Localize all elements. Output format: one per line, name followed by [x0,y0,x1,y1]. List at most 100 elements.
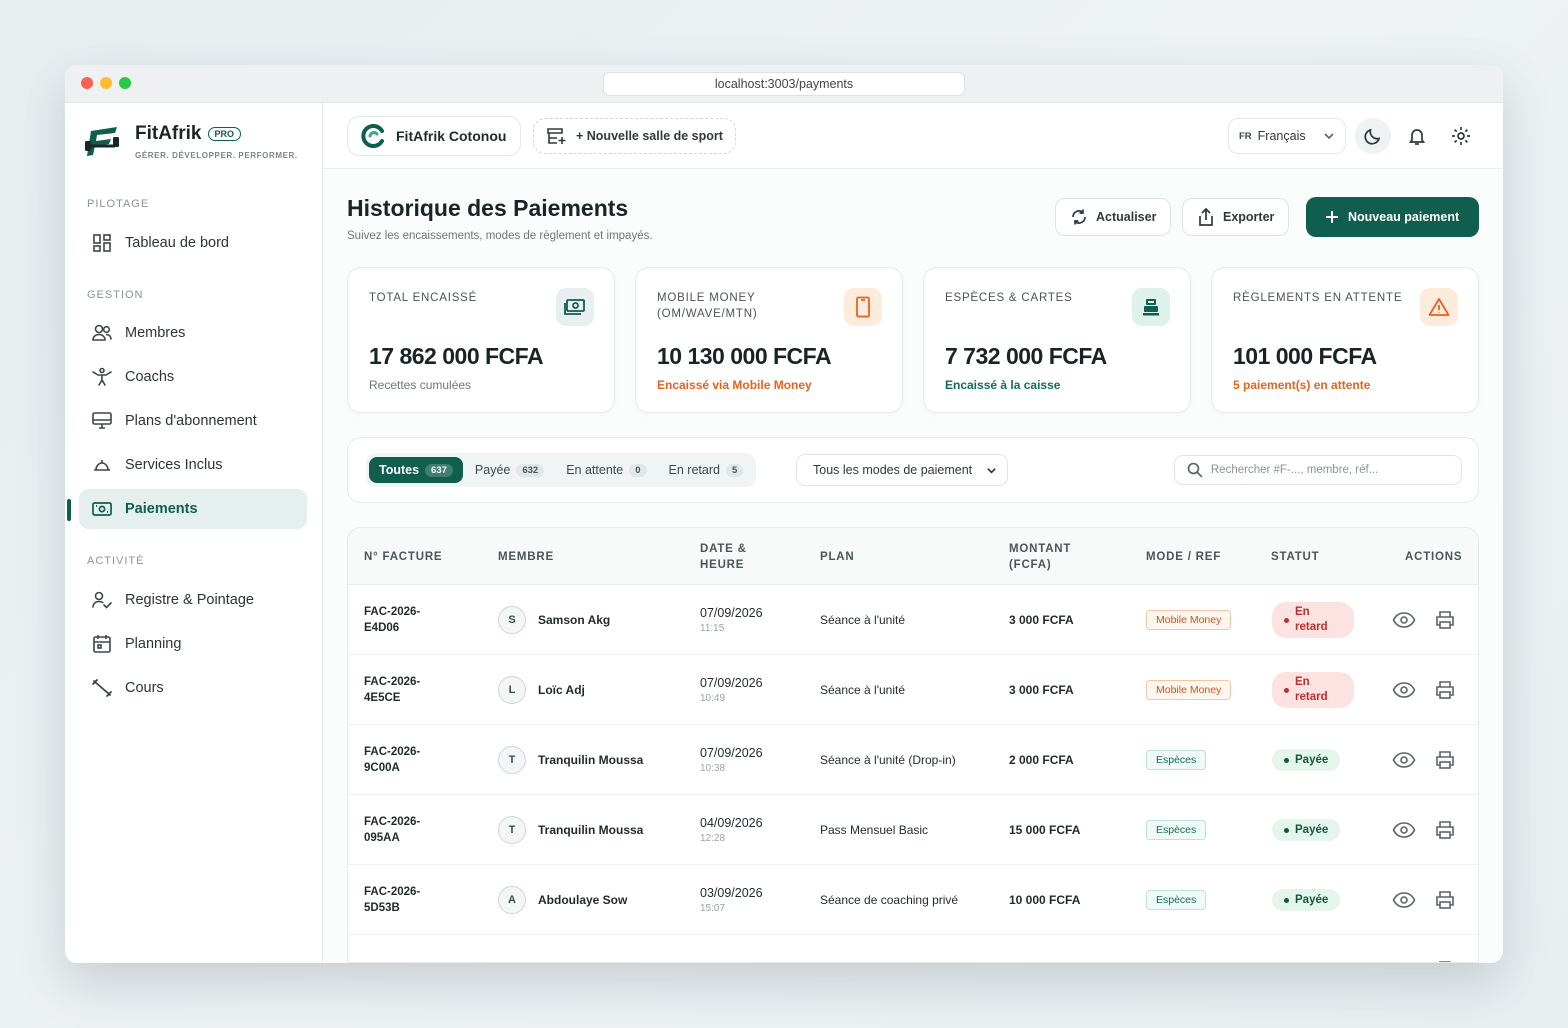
print-icon[interactable] [1434,610,1456,630]
view-icon[interactable] [1392,891,1416,909]
url-bar[interactable]: localhost:3003/payments [603,72,965,96]
tab-pending[interactable]: En attente 0 [556,457,656,483]
member-name[interactable]: Tranquilin Moussa [538,823,643,837]
member-name[interactable]: Abdoulaye Sow [538,893,627,907]
export-button[interactable]: Exporter [1182,198,1290,236]
sidebar-item-courses[interactable]: Cours [79,668,307,708]
register-icon [1132,288,1170,326]
payment-mode-badge: Espèces [1146,750,1207,770]
status-cell: Payée [1272,725,1341,795]
column-plan[interactable]: PLAN [820,528,855,585]
service-icon [91,454,113,476]
column-invoice[interactable]: N° FACTURE [364,528,442,585]
date-cell: 03/09/2026 [700,935,763,963]
payment-mode-select[interactable]: Tous les modes de paiement [796,454,1008,486]
tab-paid[interactable]: Payée 632 [465,457,554,483]
users-icon [91,322,113,344]
settings-button[interactable] [1443,118,1479,154]
notifications-button[interactable] [1399,118,1435,154]
new-gym-button[interactable]: + Nouvelle salle de sport [533,118,736,154]
member-name[interactable]: Loïc Adj [538,683,585,697]
view-icon[interactable] [1392,821,1416,839]
member-name[interactable]: Samson Akg [538,613,610,627]
refresh-label: Actualiser [1096,210,1157,224]
status-label: En retard [1295,676,1328,703]
window-controls [81,77,131,89]
print-icon[interactable] [1434,960,1456,963]
search-icon [1187,462,1203,478]
tab-late[interactable]: En retard 5 [659,457,754,483]
view-icon[interactable] [1392,751,1416,769]
avatar: L [498,676,526,704]
new-payment-button[interactable]: Nouveau paiement [1306,197,1479,237]
sidebar-item-dashboard[interactable]: Tableau de bord [79,223,307,263]
column-member[interactable]: MEMBRE [498,528,554,585]
mode-cell [1146,935,1166,962]
refresh-button[interactable]: Actualiser [1055,198,1172,236]
table-row[interactable]: FAC-2026-5D53B A Abdoulaye Sow 03/09/202… [348,865,1478,935]
status-cell: Payée [1272,865,1341,935]
new-gym-label: + Nouvelle salle de sport [576,129,723,143]
view-icon[interactable] [1392,961,1416,963]
nav-section-activite: ACTIVITÉ [87,555,145,567]
date-cell: 03/09/2026 15:07 [700,865,763,935]
row-actions [1392,795,1456,865]
invoice-number: FAC-2026-E4D06 [364,606,421,634]
row-actions [1392,865,1456,935]
language-label: Français [1257,129,1306,143]
table-row[interactable]: 03/09/2026 [348,935,1478,963]
print-icon[interactable] [1434,820,1456,840]
topbar: FitAfrik Cotonou + Nouvelle salle de spo… [323,103,1503,169]
language-select[interactable]: FR Français [1228,118,1346,154]
view-icon[interactable] [1392,681,1416,699]
payment-mode-badge: Espèces [1146,820,1207,840]
date-cell: 07/09/2026 10:49 [700,655,763,725]
invoice-number: FAC-2026-9C00A [364,746,421,774]
tab-all[interactable]: Toutes 637 [369,457,463,483]
sidebar-item-label: Services Inclus [125,457,223,473]
status-cell [1272,935,1307,962]
row-actions [1392,725,1456,795]
sidebar-item-services[interactable]: Services Inclus [79,445,307,485]
sidebar-item-payments[interactable]: Paiements [79,489,307,529]
brand[interactable]: FitAfrik PRO GÉRER. DÉVELOPPER. PERFORME… [83,121,298,163]
member-name[interactable]: Tranquilin Moussa [538,753,643,767]
sidebar-item-plans[interactable]: Plans d'abonnement [79,401,307,441]
sidebar-item-members[interactable]: Membres [79,313,307,353]
member-cell: L Loïc Adj [498,655,585,725]
theme-toggle-button[interactable] [1355,118,1391,154]
column-date[interactable]: DATE & HEURE [700,528,770,585]
dumbbell-icon [91,677,113,699]
table-row[interactable]: FAC-2026-9C00A T Tranquilin Moussa 07/09… [348,725,1478,795]
dashboard-icon [91,232,113,254]
print-icon[interactable] [1434,680,1456,700]
column-amount[interactable]: MONTANT (FCFA) [1009,528,1099,585]
filter-bar: Toutes 637 Payée 632 En attente 0 En ret… [347,437,1479,503]
amount: 10 000 FCFA [1009,893,1081,907]
table-row[interactable]: FAC-2026-E4D06 S Samson Akg 07/09/2026 1… [348,585,1478,655]
sidebar-item-coaches[interactable]: Coachs [79,357,307,397]
table-row[interactable]: FAC-2026-4E5CE L Loïc Adj 07/09/2026 10:… [348,655,1478,725]
status-dot [1284,757,1289,763]
sidebar-item-register[interactable]: Registre & Pointage [79,580,307,620]
maximize-window-button[interactable] [119,77,131,89]
close-window-button[interactable] [81,77,93,89]
status-dot [1284,827,1289,833]
sidebar-item-planning[interactable]: Planning [79,624,307,664]
payments-table: N° FACTURE MEMBRE DATE & HEURE PLAN MONT… [347,527,1479,963]
gym-switcher[interactable]: FitAfrik Cotonou [347,116,522,156]
table-body: FAC-2026-E4D06 S Samson Akg 07/09/2026 1… [348,585,1478,963]
sidebar-item-label: Membres [125,325,186,341]
sidebar-item-label: Coachs [125,369,175,385]
column-status[interactable]: STATUT [1271,528,1319,585]
brand-name: FitAfrik [135,123,202,144]
search-input[interactable] [1210,464,1449,476]
calendar-icon [91,633,113,655]
print-icon[interactable] [1434,890,1456,910]
view-icon[interactable] [1392,611,1416,629]
gym-logo-icon [361,124,384,148]
minimize-window-button[interactable] [100,77,112,89]
print-icon[interactable] [1434,750,1456,770]
table-row[interactable]: FAC-2026-095AA T Tranquilin Moussa 04/09… [348,795,1478,865]
column-mode[interactable]: MODE / REF [1146,528,1221,585]
